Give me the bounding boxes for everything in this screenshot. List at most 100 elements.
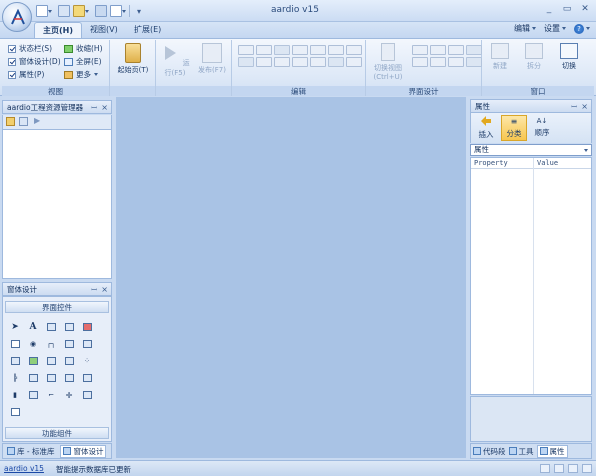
tab-code-snippets[interactable]: 代码段 <box>473 446 506 457</box>
indent-icon[interactable] <box>346 45 362 55</box>
minimize-button[interactable]: _ <box>542 3 556 16</box>
image-icon[interactable] <box>27 355 39 367</box>
spin-icon[interactable] <box>45 355 57 367</box>
tab-home[interactable]: 主页(H) <box>34 22 83 38</box>
comment-icon[interactable] <box>274 57 290 67</box>
toolbox-section-functions[interactable]: 功能组件 <box>5 427 109 439</box>
same-size-icon[interactable] <box>466 45 482 55</box>
fullscreen-button[interactable]: 全屏(E) <box>64 56 102 67</box>
column-divider[interactable] <box>533 158 534 394</box>
pin-icon[interactable]: ꟷ <box>91 101 97 115</box>
button-control-icon[interactable] <box>45 321 57 333</box>
settings-menu[interactable]: 设置 <box>544 23 566 34</box>
publish-button[interactable]: 发布(F7) <box>194 43 230 75</box>
customize-qat-icon[interactable]: ▾ <box>137 7 141 16</box>
align-bottom-icon[interactable] <box>448 45 464 55</box>
picturebox-icon[interactable] <box>81 321 93 333</box>
frame-icon[interactable] <box>27 389 39 401</box>
tab-tools[interactable]: 工具 <box>508 446 534 457</box>
custom-control-icon[interactable] <box>9 406 21 418</box>
edit-menu[interactable]: 编辑 <box>514 23 536 34</box>
datetime-icon[interactable] <box>63 355 75 367</box>
run-button[interactable]: 运行(F5) <box>158 43 192 78</box>
web-control-icon[interactable] <box>81 389 93 401</box>
paste-icon[interactable] <box>274 45 290 55</box>
tab-form-design[interactable]: 窗体设计 <box>60 444 107 458</box>
listbox-icon[interactable] <box>81 338 93 350</box>
tab-library[interactable]: 库 - 标准库 <box>7 446 54 457</box>
dots-icon[interactable]: ⁘ <box>81 355 93 367</box>
format-icon[interactable] <box>346 57 362 67</box>
edit-control-icon[interactable] <box>63 321 75 333</box>
tab-view[interactable]: 视图(V) <box>82 22 126 38</box>
split-window-button[interactable]: 拆分 <box>518 43 550 71</box>
space-even-icon[interactable] <box>448 57 464 67</box>
copy-icon[interactable] <box>256 45 272 55</box>
properties-toggle[interactable]: 属性(P) <box>8 69 44 80</box>
close-icon[interactable]: × <box>101 101 108 115</box>
help-button[interactable]: ? <box>574 23 590 34</box>
start-page-button[interactable]: 起始页(T) <box>114 43 152 75</box>
tab-order-icon[interactable] <box>466 57 482 67</box>
splitter-icon[interactable]: ✛ <box>63 389 75 401</box>
print-icon[interactable] <box>110 5 126 17</box>
view-split-icon[interactable] <box>554 464 564 473</box>
form-designer-toggle[interactable]: 窗体设计(D) <box>8 56 61 67</box>
pin-icon[interactable]: ꟷ <box>571 100 577 114</box>
folder-icon[interactable] <box>6 117 15 126</box>
switch-view-button[interactable]: 切换视图 (Ctrl+U) <box>368 43 408 81</box>
close-icon[interactable]: × <box>101 283 108 297</box>
same-width-icon[interactable] <box>412 57 428 67</box>
tab-control-icon[interactable] <box>45 372 57 384</box>
editor-area[interactable] <box>116 97 466 458</box>
new-file-icon[interactable] <box>36 5 52 17</box>
pin-icon[interactable]: ꟷ <box>91 283 97 297</box>
refresh-icon[interactable] <box>19 117 28 126</box>
same-height-icon[interactable] <box>430 57 446 67</box>
more-button[interactable]: 更多 <box>64 69 98 80</box>
layout-icon[interactable] <box>582 464 592 473</box>
checkbox-control-icon[interactable] <box>9 338 21 350</box>
status-bar-toggle[interactable]: 状态栏(S) <box>8 43 52 54</box>
cut-icon[interactable] <box>238 45 254 55</box>
view-normal-icon[interactable] <box>540 464 550 473</box>
listview-icon[interactable] <box>27 372 39 384</box>
toolbox-section-controls[interactable]: 界面控件 <box>5 301 109 313</box>
app-menu-button[interactable] <box>2 2 32 32</box>
save-icon[interactable] <box>58 5 70 17</box>
align-left-icon[interactable] <box>292 45 308 55</box>
close-button[interactable]: ✕ <box>578 3 592 16</box>
collapse-button[interactable]: 收缩(H) <box>64 43 103 54</box>
maximize-button[interactable]: ▭ <box>560 3 574 16</box>
version-link[interactable]: aardio v15 <box>4 464 44 473</box>
close-icon[interactable]: × <box>581 100 588 114</box>
play-small-icon[interactable]: ▶ <box>34 116 40 125</box>
switch-window-button[interactable]: 切换 <box>552 43 586 71</box>
trackbar-icon[interactable] <box>9 355 21 367</box>
radio-control-icon[interactable]: ◉ <box>27 338 39 350</box>
save-all-icon[interactable] <box>95 5 107 17</box>
sort-button[interactable]: A↓ 顺序 <box>529 115 555 138</box>
undo-icon[interactable] <box>292 57 308 67</box>
zoom-icon[interactable] <box>568 464 578 473</box>
pointer-icon[interactable]: ➤ <box>9 321 21 333</box>
treeview-icon[interactable]: ╠ <box>9 372 21 384</box>
project-tree[interactable] <box>2 129 112 279</box>
replace-icon[interactable] <box>256 57 272 67</box>
table-icon[interactable] <box>63 372 75 384</box>
new-window-button[interactable]: 新建 <box>484 43 516 71</box>
combobox-icon[interactable] <box>63 338 75 350</box>
find-icon[interactable] <box>238 57 254 67</box>
categorize-button[interactable]: ≡ 分类 <box>501 115 527 141</box>
richedit-icon[interactable] <box>81 372 93 384</box>
align-center-icon[interactable] <box>310 45 326 55</box>
progress-icon[interactable]: ⌐ <box>45 389 57 401</box>
align-middle-icon[interactable] <box>430 45 446 55</box>
tab-properties[interactable]: 属性 <box>536 444 568 458</box>
tab-extend[interactable]: 扩展(E) <box>126 22 169 38</box>
open-folder-icon[interactable] <box>73 5 89 17</box>
align-top-icon[interactable] <box>412 45 428 55</box>
scrollbar-icon[interactable]: ▮ <box>9 389 21 401</box>
static-text-icon[interactable]: A <box>27 321 39 333</box>
properties-grid[interactable]: Property Value <box>470 157 592 395</box>
